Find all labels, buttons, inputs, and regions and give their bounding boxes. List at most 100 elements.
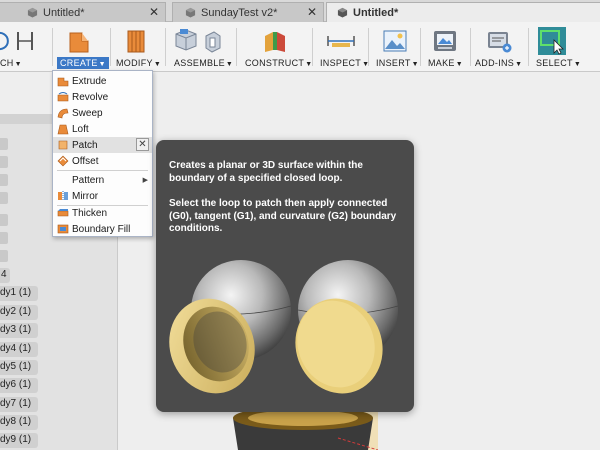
browser-body-item[interactable]: dy9 (1) (0, 433, 38, 448)
menu-item-label: Offset (72, 155, 99, 167)
pin-to-toolbar-icon[interactable]: ✕ (136, 138, 149, 151)
toolbar-divider (470, 28, 471, 66)
modify-menu-button[interactable]: MODIFY▼ (112, 22, 164, 72)
create-menu-button[interactable]: CREATE▼ (53, 22, 109, 72)
close-tab-icon[interactable]: ✕ (149, 5, 159, 19)
menu-item-patch[interactable]: Patch ✕ (53, 137, 152, 153)
sketch-group[interactable]: CH▼ (0, 22, 50, 72)
browser-body-item[interactable]: dy8 (1) (0, 415, 38, 430)
menu-item-boundary-fill[interactable]: Boundary Fill (53, 221, 152, 237)
insert-image-icon (383, 30, 407, 52)
menu-item-loft[interactable]: Loft (53, 121, 152, 137)
sweep-icon (57, 108, 69, 119)
tab-untitled-left[interactable]: Untitled* ✕ (0, 2, 166, 22)
mirror-icon (58, 191, 68, 201)
document-cube-icon (27, 7, 38, 18)
menu-item-offset[interactable]: Offset (53, 153, 152, 169)
toolbar-divider (312, 28, 313, 66)
insert-menu-button[interactable]: INSERT▼ (370, 22, 419, 72)
create-dropdown-menu: Extrude Revolve Sweep Loft Patch ✕ Offse… (52, 70, 153, 237)
sketch-icon (0, 32, 33, 50)
chevron-down-icon: ▼ (98, 61, 106, 68)
menu-item-pattern[interactable]: Pattern ▶ (53, 172, 152, 188)
make-printer-icon (434, 31, 456, 51)
submenu-arrow-icon: ▶ (142, 177, 148, 184)
toolbar-label: CH (0, 58, 14, 68)
menu-item-label: Loft (72, 123, 89, 135)
toolbar-label: ADD-INS (475, 58, 515, 68)
tooltip-detail: Select the loop to patch then apply conn… (169, 198, 397, 234)
menu-item-label: Sweep (72, 107, 103, 119)
menu-item-label: Patch (72, 139, 98, 151)
make-menu-button[interactable]: MAKE▼ (422, 22, 468, 72)
menu-item-revolve[interactable]: Revolve (53, 89, 152, 105)
toolbar-label: MODIFY (116, 58, 153, 68)
chevron-down-icon: ▼ (573, 61, 582, 68)
model-preview (233, 410, 378, 450)
toolbar-divider (420, 28, 421, 66)
browser-body-item[interactable]: dy4 (1) (0, 342, 38, 357)
browser-count[interactable]: 4 (0, 268, 10, 283)
tab-untitled-active[interactable]: Untitled* (326, 2, 600, 22)
chevron-down-icon: ▼ (411, 61, 419, 68)
tooltip-summary: Creates a planar or 3D surface within th… (169, 160, 363, 184)
chevron-down-icon: ▼ (153, 61, 162, 68)
loft-icon (57, 124, 69, 135)
browser-body-item[interactable]: dy6 (1) (0, 378, 38, 393)
inspect-menu-button[interactable]: INSPECT▼ (314, 22, 369, 72)
menu-item-label: Mirror (72, 190, 99, 202)
browser-row-stub[interactable] (0, 250, 8, 262)
document-cube-icon (185, 7, 196, 18)
toolbar-label: INSPECT (320, 58, 362, 68)
browser-body-item[interactable]: dy2 (1) (0, 305, 38, 320)
toolbar-label: CREATE (60, 58, 98, 68)
select-menu-button[interactable]: SELECT▼ (530, 22, 582, 72)
chevron-down-icon: ▼ (14, 61, 22, 68)
menu-item-label: Boundary Fill (72, 223, 131, 235)
browser-body-item[interactable]: dy3 (1) (0, 323, 38, 338)
browser-row-stub[interactable] (0, 156, 8, 168)
menu-item-label: Pattern (72, 174, 105, 186)
thicken-icon (57, 209, 69, 217)
patch-illustration (169, 260, 399, 394)
toolbar-divider (110, 28, 111, 66)
tab-label: Untitled* (353, 6, 399, 19)
toolbar-label: MAKE (428, 58, 455, 68)
revolve-icon (57, 92, 69, 102)
menu-item-extrude[interactable]: Extrude (53, 73, 152, 89)
menu-item-label: Extrude (72, 75, 107, 87)
tab-label: SundayTest v2* (201, 6, 278, 19)
browser-row-stub[interactable] (0, 138, 8, 150)
browser-row-stub[interactable] (0, 214, 8, 226)
menu-item-label: Thicken (72, 207, 108, 219)
addins-menu-button[interactable]: ADD-INS▼ (472, 22, 526, 72)
tab-sundaytest[interactable]: SundayTest v2* ✕ (172, 2, 324, 22)
browser-row-stub[interactable] (0, 192, 8, 204)
browser-row-stub[interactable] (0, 232, 8, 244)
toolbar-label: CONSTRUCT (245, 58, 305, 68)
browser-body-item[interactable]: dy1 (1) (0, 286, 38, 301)
assemble-menu-button[interactable]: ASSEMBLE▼ (166, 22, 234, 72)
ribbon-toolbar: CH▼ CREATE▼ MODIFY▼ ASSEMBLE▼ CONSTRUCT▼… (0, 22, 600, 72)
extrude-icon (57, 77, 69, 87)
close-tab-icon[interactable]: ✕ (307, 5, 317, 19)
patch-tooltip: Creates a planar or 3D surface within th… (156, 140, 414, 412)
menu-item-thicken[interactable]: Thicken (53, 205, 152, 221)
chevron-down-icon: ▼ (225, 61, 234, 68)
browser-body-item[interactable]: dy7 (1) (0, 397, 38, 412)
patch-icon (58, 140, 68, 150)
document-tab-bar: Untitled* ✕ SundayTest v2* ✕ Untitled* (0, 0, 600, 22)
menu-item-mirror[interactable]: Mirror (53, 188, 152, 204)
boundary-fill-icon (57, 224, 69, 234)
toolbar-label: INSERT (376, 58, 411, 68)
construct-plane-icon (265, 32, 285, 52)
toolbar-divider (368, 28, 369, 66)
toolbar-divider (528, 28, 529, 66)
browser-body-item[interactable]: dy5 (1) (0, 360, 38, 375)
construct-menu-button[interactable]: CONSTRUCT▼ (238, 22, 312, 72)
modify-icon (127, 30, 145, 53)
menu-divider (57, 170, 148, 171)
menu-item-sweep[interactable]: Sweep (53, 105, 152, 121)
browser-row-stub[interactable] (0, 174, 8, 186)
toolbar-label: SELECT (536, 58, 573, 68)
